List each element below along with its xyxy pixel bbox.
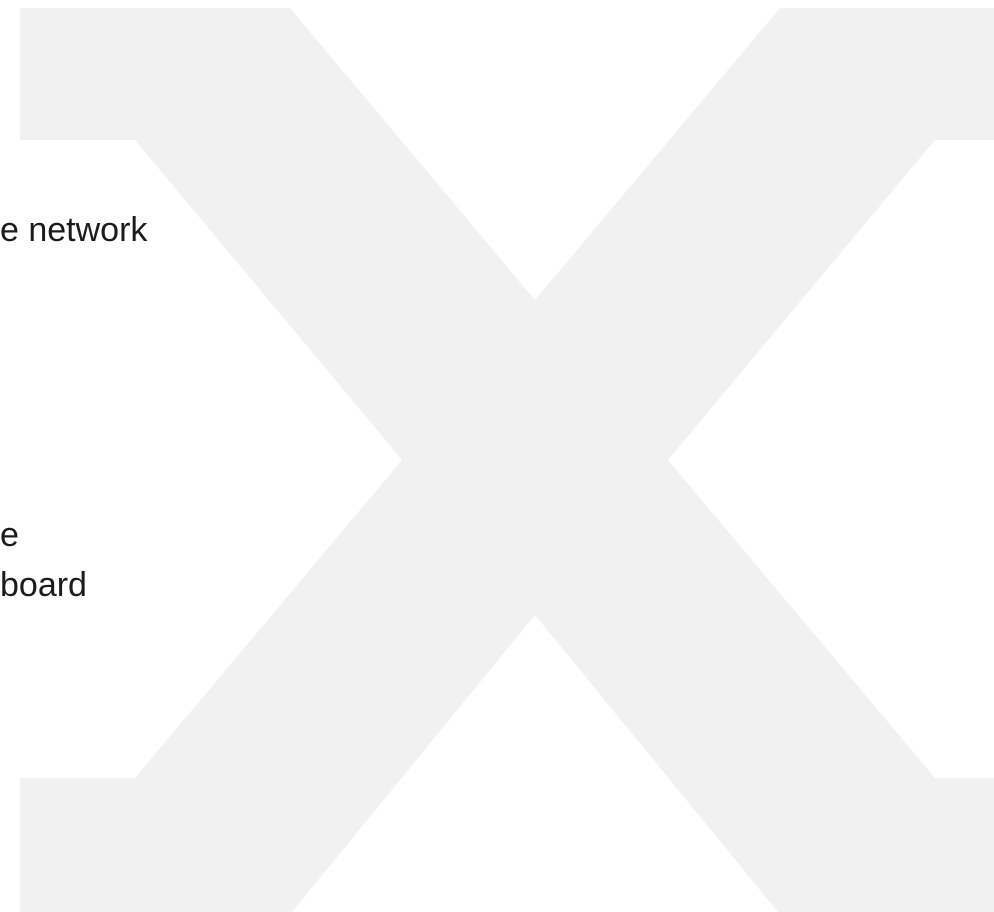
- x-logo-shape: [20, 8, 994, 912]
- text-line-e: e: [0, 516, 19, 554]
- x-logo-icon: [20, 8, 994, 912]
- text-line-board: board: [0, 566, 87, 604]
- text-line-network: e network: [0, 211, 148, 249]
- page-canvas: e network e board: [0, 0, 994, 912]
